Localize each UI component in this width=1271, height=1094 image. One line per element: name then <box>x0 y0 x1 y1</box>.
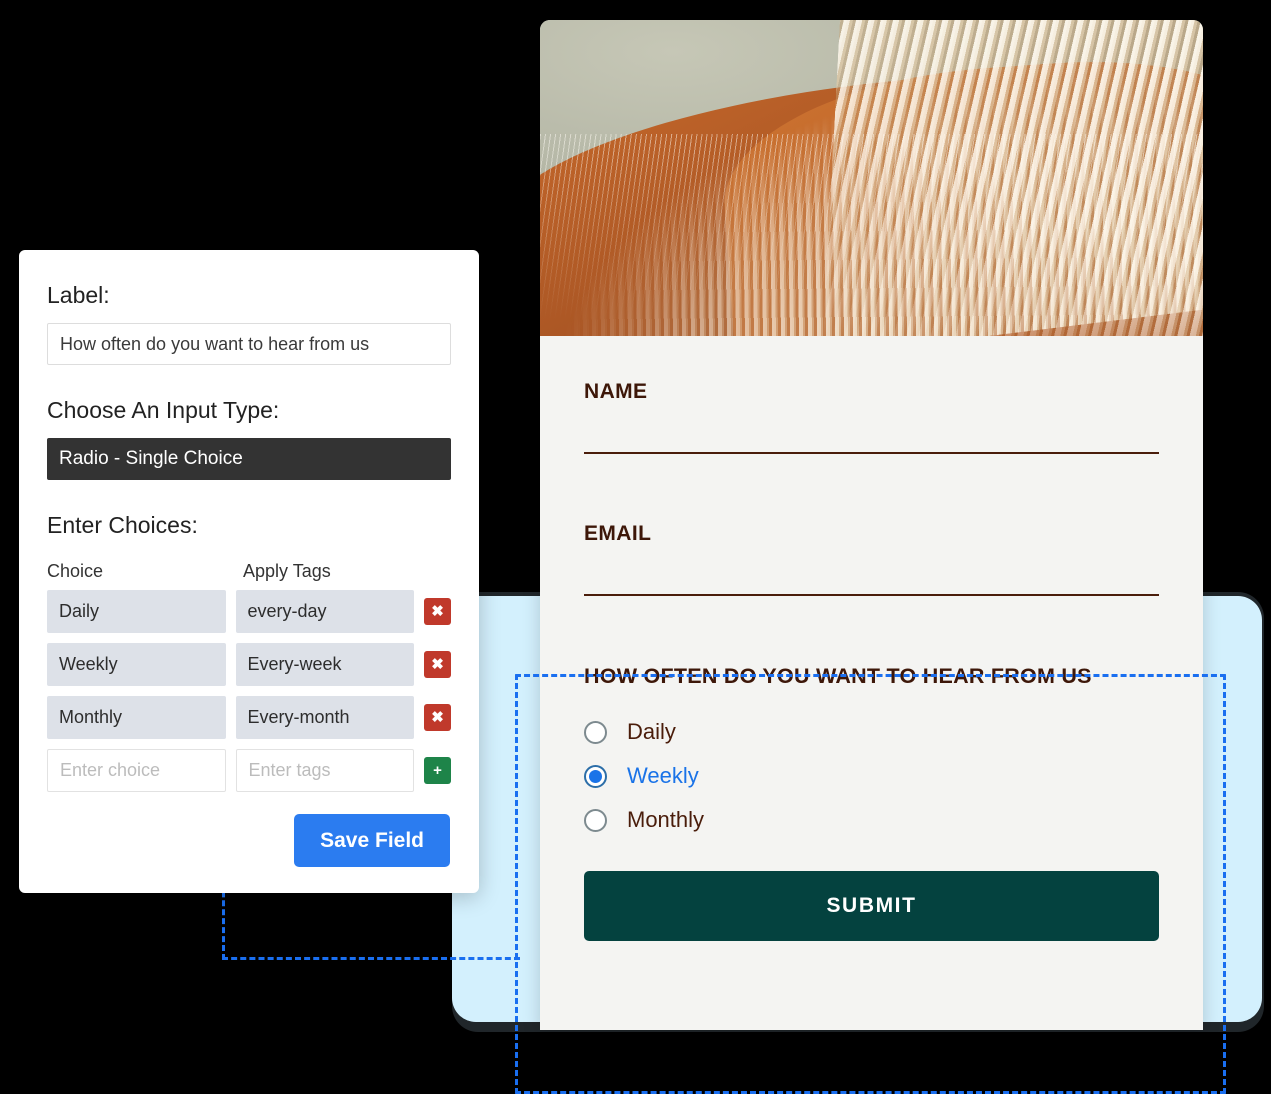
field-builder-panel: Label: Choose An Input Type: Radio - Sin… <box>19 250 479 893</box>
new-choice-input[interactable]: Enter choice <box>47 749 226 792</box>
tag-value-input[interactable]: Every-week <box>235 643 414 686</box>
choice-row: Monthly Every-month ✖ <box>47 696 451 739</box>
radio-option-label: Weekly <box>627 763 699 788</box>
choice-row: Daily every-day ✖ <box>47 590 451 633</box>
radio-option-label: Monthly <box>627 807 705 832</box>
label-input[interactable] <box>47 323 451 365</box>
name-input-underline[interactable] <box>584 452 1159 454</box>
canvas-background: NAME EMAIL HOW OFTEN DO YOU WANT TO HEAR… <box>0 0 1271 1094</box>
hero-image <box>540 20 1203 336</box>
label-field-title: Label: <box>47 282 110 308</box>
horse-mane-wisps <box>540 133 1203 336</box>
field-email: EMAIL <box>584 522 1159 596</box>
field-label-email: EMAIL <box>584 522 652 545</box>
radio-icon[interactable] <box>584 720 607 744</box>
delete-choice-button[interactable]: ✖ <box>424 598 451 625</box>
choice-value-input[interactable]: Monthly <box>47 696 226 739</box>
radio-option-daily[interactable]: Daily <box>584 719 1159 745</box>
input-type-select[interactable]: Radio - Single Choice <box>47 438 451 480</box>
field-name: NAME <box>584 380 1159 454</box>
radio-group-title: HOW OFTEN DO YOU WANT TO HEAR FROM US <box>584 664 1092 688</box>
field-label-name: NAME <box>584 380 648 403</box>
add-choice-button[interactable]: + <box>424 757 451 784</box>
email-input-underline[interactable] <box>584 594 1159 596</box>
radio-icon[interactable] <box>584 808 607 832</box>
column-header-tags: Apply Tags <box>243 561 331 581</box>
tag-value-input[interactable]: every-day <box>235 590 414 633</box>
tag-value-input[interactable]: Every-month <box>235 696 414 739</box>
form-preview-card: NAME EMAIL HOW OFTEN DO YOU WANT TO HEAR… <box>540 20 1203 1030</box>
choice-value-input[interactable]: Daily <box>47 590 226 633</box>
choice-row: Weekly Every-week ✖ <box>47 643 451 686</box>
radio-option-label: Daily <box>627 719 676 744</box>
form-fields: NAME EMAIL HOW OFTEN DO YOU WANT TO HEAR… <box>540 336 1203 941</box>
new-choice-row: Enter choice Enter tags + <box>47 749 451 792</box>
radio-option-monthly[interactable]: Monthly <box>584 807 1159 833</box>
delete-choice-button[interactable]: ✖ <box>424 704 451 731</box>
choices-table-header: Choice Apply Tags <box>47 561 451 582</box>
radio-option-weekly[interactable]: Weekly <box>584 763 1159 789</box>
submit-button[interactable]: SUBMIT <box>584 871 1159 941</box>
input-type-selected-value: Radio - Single Choice <box>59 448 243 469</box>
radio-field-group: HOW OFTEN DO YOU WANT TO HEAR FROM US Da… <box>584 664 1159 833</box>
input-type-title: Choose An Input Type: <box>47 397 280 423</box>
choices-title: Enter Choices: <box>47 512 198 538</box>
radio-icon-selected[interactable] <box>584 764 607 788</box>
new-tag-input[interactable]: Enter tags <box>235 749 414 792</box>
save-field-button[interactable]: Save Field <box>294 814 450 867</box>
column-header-choice: Choice <box>47 561 104 581</box>
choice-value-input[interactable]: Weekly <box>47 643 226 686</box>
delete-choice-button[interactable]: ✖ <box>424 651 451 678</box>
